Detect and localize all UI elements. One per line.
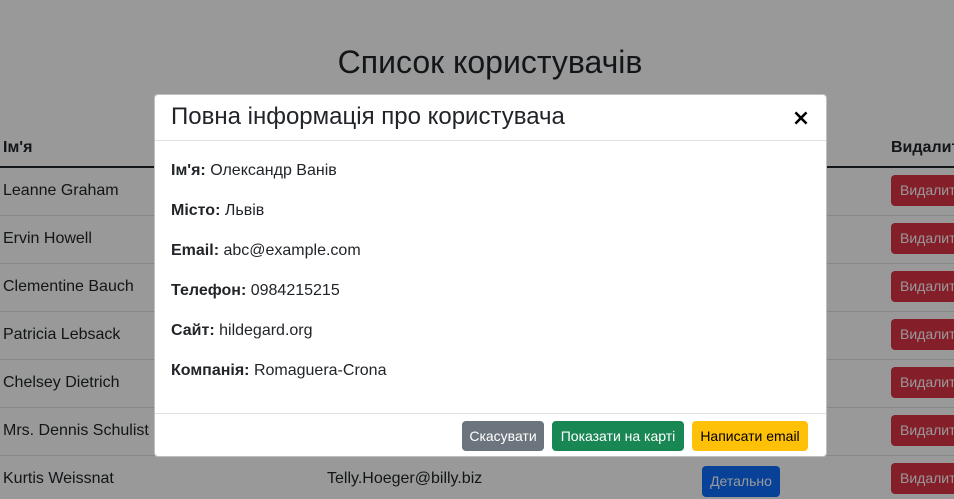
- info-label: Телефон:: [171, 282, 247, 299]
- info-label: Email:: [171, 242, 220, 259]
- info-phone: Телефон: 0984215215: [171, 280, 340, 302]
- show-on-map-button[interactable]: Показати на карті: [552, 421, 684, 451]
- info-value: 0984215215: [250, 282, 340, 299]
- info-email: Email: abc@example.com: [171, 240, 361, 262]
- write-email-button[interactable]: Написати email: [692, 421, 808, 451]
- info-website: Сайт: hildegard.org: [171, 320, 313, 342]
- info-label: Місто:: [171, 202, 221, 219]
- info-company: Компанія: Romaguera-Crona: [171, 360, 386, 382]
- info-label: Компанія:: [171, 362, 250, 379]
- user-details-modal: Повна інформація про користувача × Ім'я:…: [154, 94, 827, 457]
- modal-footer: Скасувати Показати на карті Написати ema…: [155, 413, 826, 456]
- modal-header: Повна інформація про користувача ×: [155, 95, 826, 141]
- close-icon[interactable]: ×: [791, 107, 811, 131]
- info-name: Ім'я: Олександр Ванів: [171, 160, 337, 182]
- info-label: Сайт:: [171, 322, 215, 339]
- info-value: Львів: [224, 202, 265, 219]
- info-value: Олександр Ванів: [210, 162, 337, 179]
- info-city: Місто: Львів: [171, 200, 264, 222]
- info-value: Romaguera-Crona: [253, 362, 387, 379]
- info-value: hildegard.org: [219, 322, 313, 339]
- info-label: Ім'я:: [171, 162, 206, 179]
- modal-title: Повна інформація про користувача: [171, 103, 565, 130]
- info-value: abc@example.com: [223, 242, 361, 259]
- cancel-button[interactable]: Скасувати: [462, 421, 544, 451]
